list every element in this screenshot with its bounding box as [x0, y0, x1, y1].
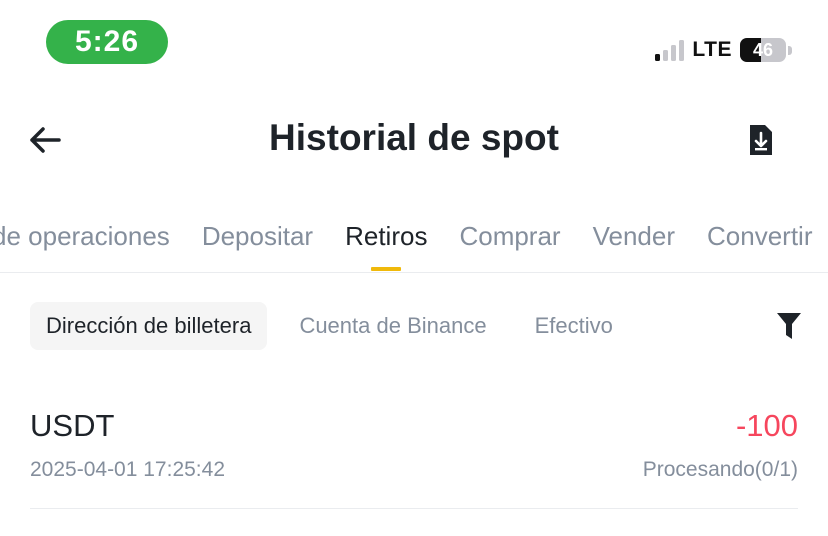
active-tab-indicator	[371, 267, 402, 271]
cellular-signal-icon	[655, 39, 685, 61]
status-indicators: LTE 46	[655, 36, 792, 64]
funnel-icon[interactable]	[776, 312, 802, 340]
tab-retiros[interactable]: Retiros	[345, 216, 427, 272]
page-title: Historial de spot	[269, 117, 559, 158]
tab-vender[interactable]: Vender	[593, 216, 675, 272]
tab-label: Convertir	[707, 221, 813, 251]
filter-wallet-address[interactable]: Dirección de billetera	[30, 302, 268, 350]
status-time[interactable]: 5:26	[46, 20, 168, 64]
tab-operaciones[interactable]: de operaciones	[0, 216, 170, 272]
record-status: Procesando(0/1)	[642, 458, 798, 481]
withdrawal-type-filters: Dirección de billetera Cuenta de Binance…	[30, 302, 802, 350]
spot-history-screen: 5:26 LTE 46 Historial de spot de operaci…	[0, 0, 828, 536]
tab-label: de operaciones	[0, 221, 170, 251]
header: Historial de spot	[0, 105, 828, 175]
battery-tip	[788, 45, 792, 55]
tab-comprar[interactable]: Comprar	[459, 216, 560, 272]
tab-label: Comprar	[459, 221, 561, 251]
history-tabs: de operaciones Depositar Retiros Comprar…	[0, 216, 828, 273]
filter-cash[interactable]: Efectivo	[519, 302, 629, 350]
record-asset: USDT	[30, 408, 115, 443]
tab-label: Depositar	[201, 221, 314, 251]
battery-icon: 46	[740, 38, 786, 62]
filter-binance-account[interactable]: Cuenta de Binance	[283, 302, 502, 350]
tab-label: Vender	[592, 221, 675, 251]
tab-depositar[interactable]: Depositar	[202, 216, 313, 272]
withdrawal-record[interactable]: USDT -100 2025-04-01 17:25:42 Procesando…	[30, 400, 798, 509]
tab-label: Retiros	[345, 221, 428, 251]
download-document-icon[interactable]	[748, 123, 774, 157]
tab-convertir[interactable]: Convertir	[707, 216, 812, 272]
battery-level: 46	[752, 39, 774, 60]
record-amount: -100	[735, 408, 798, 443]
network-type: LTE	[692, 38, 732, 61]
record-datetime: 2025-04-01 17:25:42	[30, 458, 225, 481]
